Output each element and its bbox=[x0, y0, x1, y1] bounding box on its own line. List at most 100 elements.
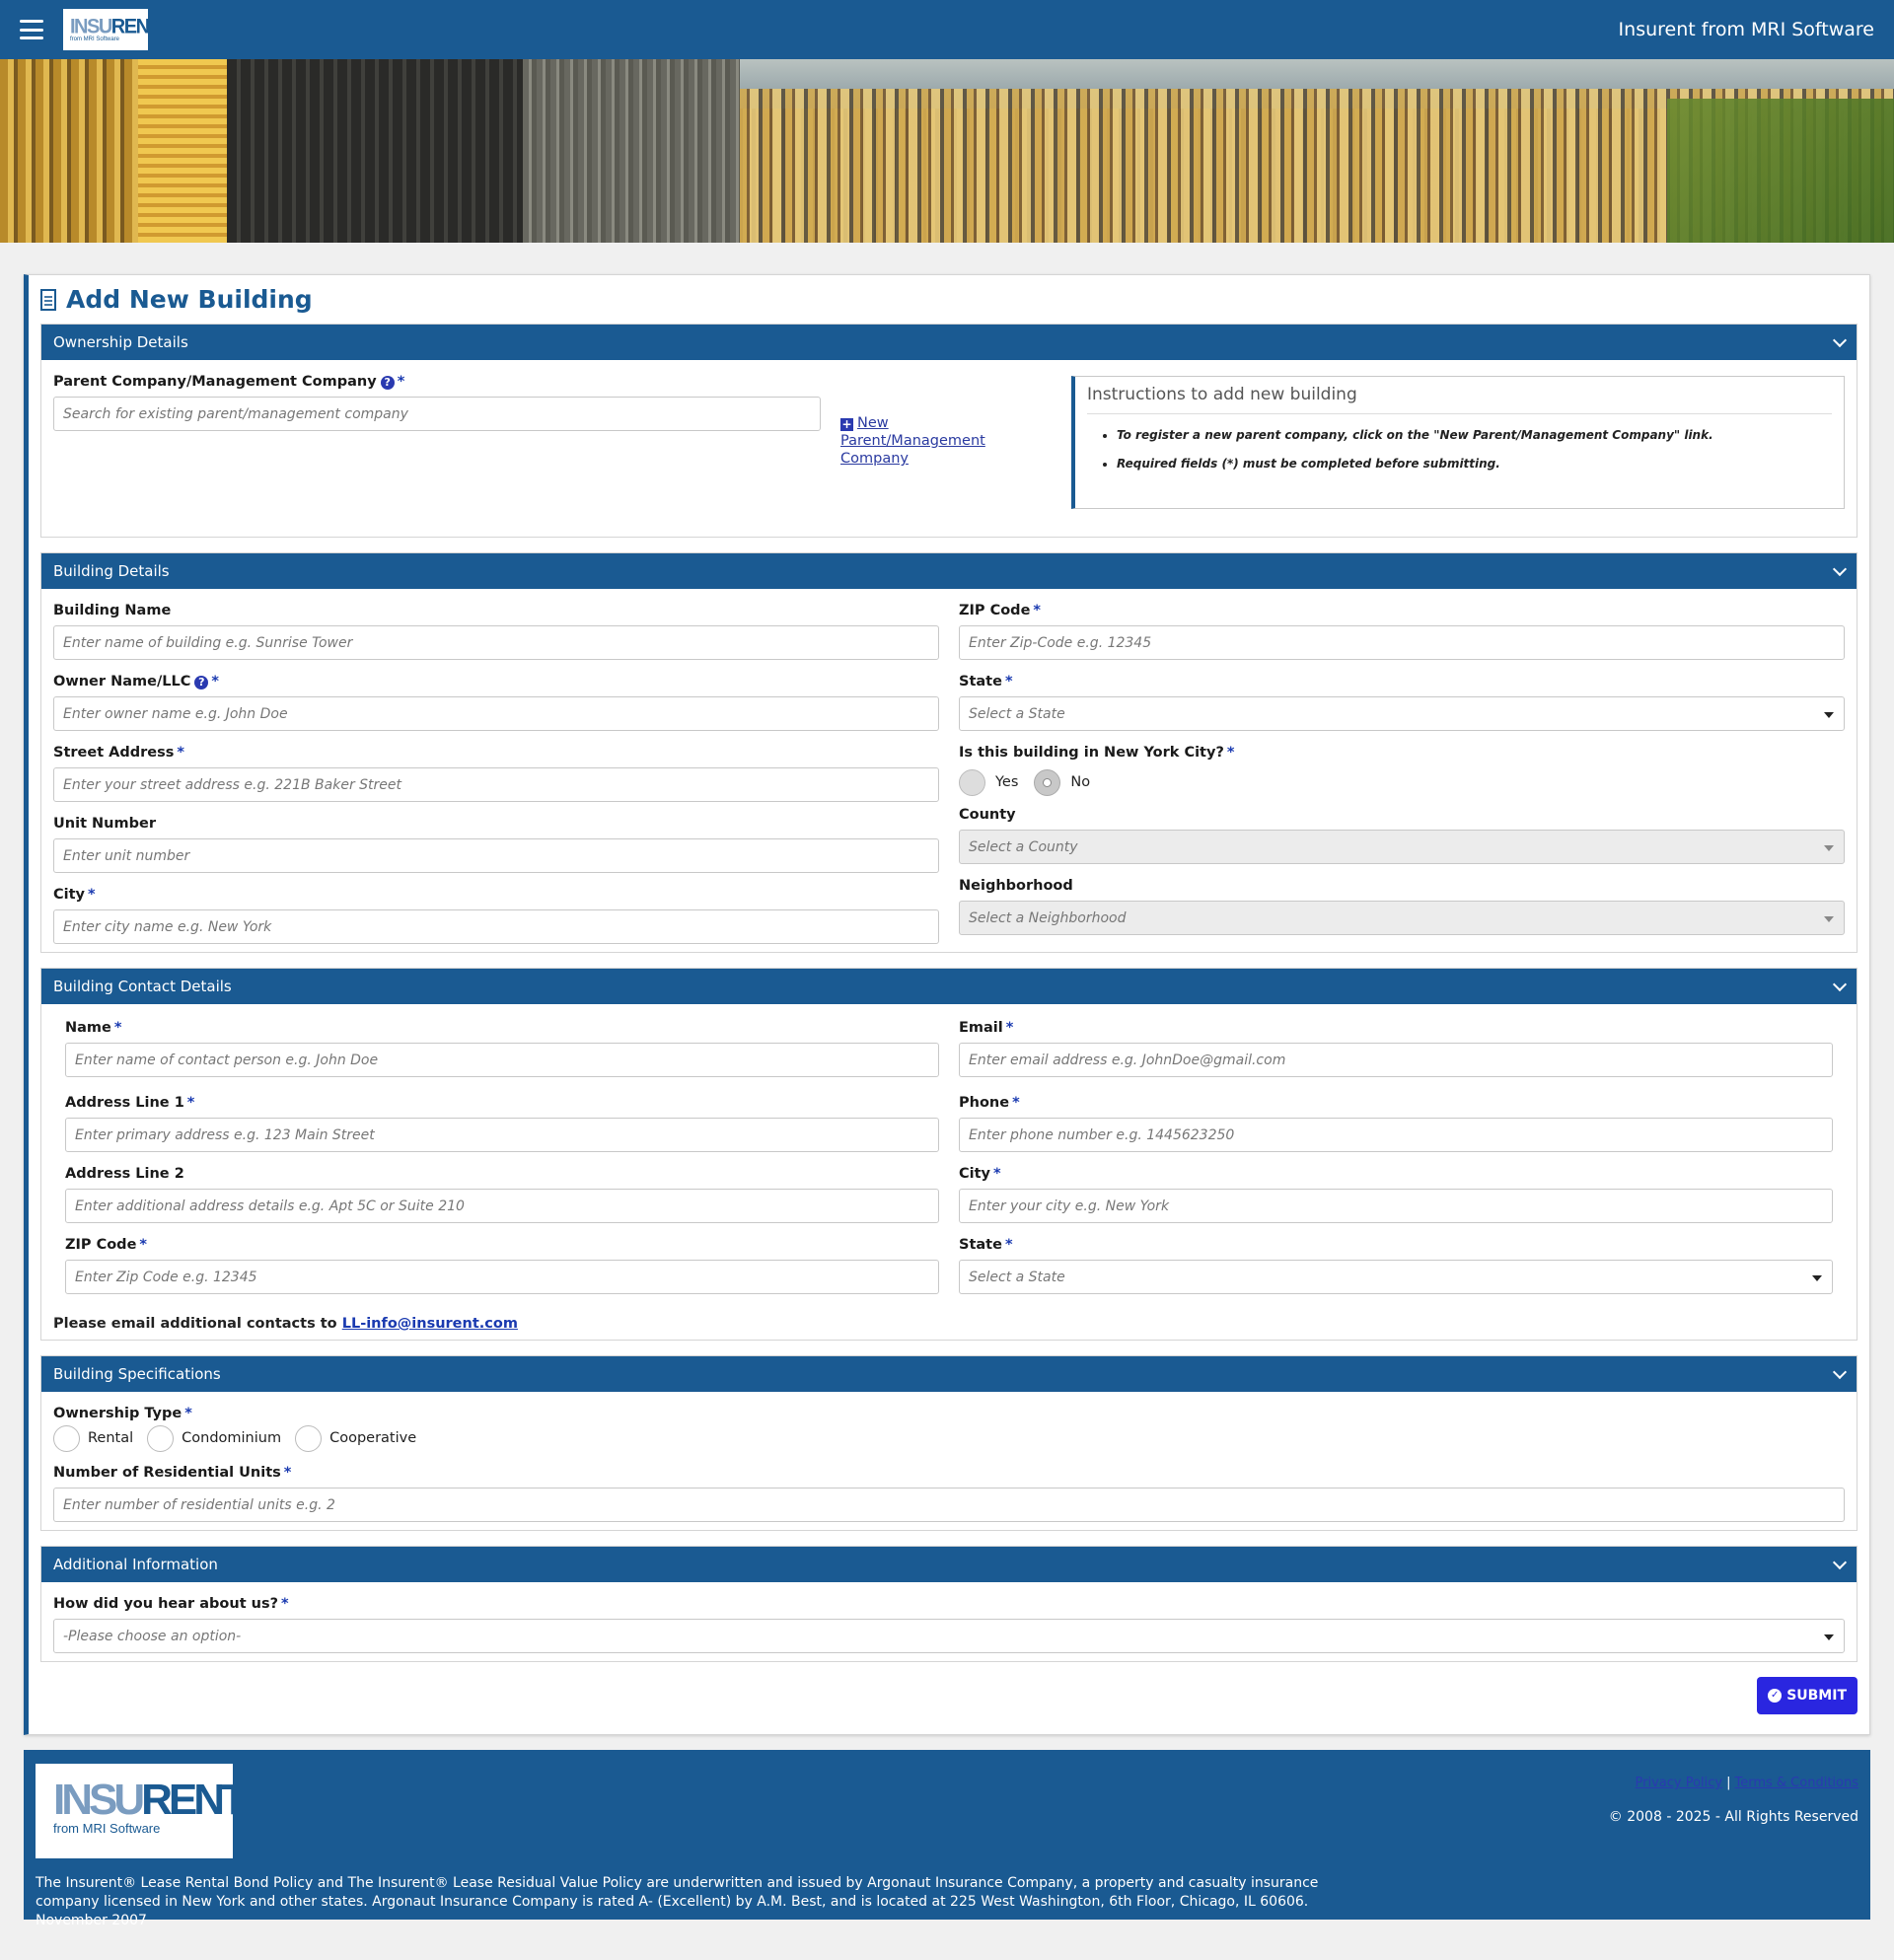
hear-about-select[interactable]: -Please choose an option- bbox=[53, 1619, 1845, 1653]
contact-city-label: City * bbox=[959, 1166, 1001, 1182]
residential-units-label: Number of Residential Units * bbox=[53, 1465, 292, 1481]
cooperative-label: Cooperative bbox=[329, 1430, 417, 1446]
top-navbar: INSURENT from MRI Software Insurent from… bbox=[0, 0, 1894, 59]
instructions-panel: Instructions to add new building To regi… bbox=[1071, 376, 1845, 509]
nyc-yes-label: Yes bbox=[995, 774, 1019, 790]
specs-section-header[interactable]: Building Specifications bbox=[41, 1356, 1857, 1392]
terms-link[interactable]: Terms & Conditions bbox=[1735, 1776, 1859, 1790]
chevron-down-icon[interactable] bbox=[1832, 561, 1848, 577]
instructions-title: Instructions to add new building bbox=[1087, 385, 1832, 414]
city-input[interactable]: Enter city name e.g. New York bbox=[53, 909, 939, 944]
hamburger-icon[interactable] bbox=[20, 20, 43, 39]
contact-zip-label: ZIP Code * bbox=[65, 1237, 147, 1253]
page-title: Add New Building bbox=[40, 285, 1858, 324]
contact-name-label: Name * bbox=[65, 1020, 122, 1036]
ownership-section-header[interactable]: Ownership Details bbox=[41, 325, 1857, 360]
neighborhood-label: Neighborhood bbox=[959, 878, 1073, 894]
check-circle-icon: ✓ bbox=[1768, 1689, 1783, 1703]
contact-email-label: Email * bbox=[959, 1020, 1014, 1036]
logo-text-1: INSU bbox=[70, 15, 112, 38]
contact-phone-label: Phone * bbox=[959, 1095, 1020, 1111]
owner-name-label: Owner Name/LLC? * bbox=[53, 674, 219, 690]
county-label: County bbox=[959, 807, 1016, 823]
nyc-no-radio[interactable] bbox=[1034, 768, 1061, 796]
neighborhood-select[interactable]: Select a Neighborhood bbox=[959, 901, 1845, 935]
owner-name-input[interactable]: Enter owner name e.g. John Doe bbox=[53, 696, 939, 731]
footer-logo[interactable]: INSURENT from MRI Software bbox=[36, 1764, 248, 1858]
address-line2-label: Address Line 2 bbox=[65, 1166, 184, 1182]
submit-button[interactable]: ✓ SUBMIT bbox=[1757, 1677, 1858, 1714]
contact-state-label: State * bbox=[959, 1237, 1013, 1253]
contact-email-input[interactable]: Enter email address e.g. JohnDoe@gmail.c… bbox=[959, 1043, 1833, 1077]
app-title: Insurent from MRI Software bbox=[1618, 19, 1874, 40]
city-label: City * bbox=[53, 887, 96, 903]
address-line1-input[interactable]: Enter primary address e.g. 123 Main Stre… bbox=[65, 1118, 939, 1152]
rental-radio[interactable] bbox=[53, 1424, 80, 1452]
chevron-down-icon[interactable] bbox=[1832, 1364, 1848, 1380]
county-select[interactable]: Select a County bbox=[959, 830, 1845, 864]
building-section-header[interactable]: Building Details bbox=[41, 553, 1857, 589]
additional-contacts-note: Please email additional contacts to LL-i… bbox=[53, 1316, 518, 1332]
residential-units-input[interactable]: Enter number of residential units e.g. 2 bbox=[53, 1488, 1845, 1522]
address-line1-label: Address Line 1 * bbox=[65, 1095, 195, 1111]
footer-links: Privacy Policy | Terms & Conditions bbox=[1636, 1776, 1859, 1790]
condominium-label: Condominium bbox=[182, 1430, 282, 1446]
contact-state-select[interactable]: Select a State bbox=[959, 1260, 1833, 1294]
contact-zip-input[interactable]: Enter Zip Code e.g. 12345 bbox=[65, 1260, 939, 1294]
nyc-no-label: No bbox=[1070, 774, 1091, 790]
building-name-label: Building Name bbox=[53, 603, 172, 618]
ownership-type-label: Ownership Type * bbox=[53, 1406, 192, 1421]
street-address-label: Street Address * bbox=[53, 745, 184, 761]
header-logo[interactable]: INSURENT from MRI Software bbox=[63, 9, 161, 50]
ownership-type-radio-group: Rental Condominium Cooperative bbox=[53, 1423, 1845, 1453]
building-specs-section: Building Specifications Ownership Type * … bbox=[40, 1355, 1858, 1531]
contact-city-input[interactable]: Enter your city e.g. New York bbox=[959, 1189, 1833, 1223]
new-parent-company-link[interactable]: + New Parent/Management Company bbox=[840, 415, 985, 467]
nyc-yes-radio[interactable] bbox=[959, 768, 985, 796]
page-title-text: Add New Building bbox=[66, 285, 313, 314]
add-building-card: Add New Building Ownership Details Paren… bbox=[24, 274, 1870, 1735]
street-address-input[interactable]: Enter your street address e.g. 221B Bake… bbox=[53, 767, 939, 802]
logo-text-2: RENT bbox=[110, 15, 161, 38]
footer-separator: | bbox=[1726, 1776, 1731, 1790]
section-title: Building Specifications bbox=[53, 1365, 221, 1383]
additional-section-header[interactable]: Additional Information bbox=[41, 1547, 1857, 1582]
plus-square-icon: + bbox=[840, 417, 853, 431]
footer-logo-text-1: INSU bbox=[53, 1776, 145, 1824]
building-details-section: Building Details Building Name Enter nam… bbox=[40, 552, 1858, 953]
hero-banner-image bbox=[0, 59, 1894, 243]
section-title: Building Contact Details bbox=[53, 978, 232, 995]
hear-about-label: How did you hear about us? * bbox=[53, 1596, 289, 1612]
footer: INSURENT from MRI Software Privacy Polic… bbox=[24, 1750, 1870, 1928]
contact-name-input[interactable]: Enter name of contact person e.g. John D… bbox=[65, 1043, 939, 1077]
cooperative-radio[interactable] bbox=[295, 1424, 323, 1452]
state-select[interactable]: Select a State bbox=[959, 696, 1845, 731]
chevron-down-icon[interactable] bbox=[1832, 332, 1848, 348]
help-icon[interactable]: ? bbox=[194, 676, 209, 690]
privacy-policy-link[interactable]: Privacy Policy bbox=[1636, 1776, 1723, 1790]
zip-label: ZIP Code * bbox=[959, 603, 1041, 618]
nyc-radio-group: Yes No bbox=[959, 767, 1845, 797]
footer-disclaimer: The Insurent® Lease Rental Bond Policy a… bbox=[36, 1875, 1319, 1928]
contact-section-header[interactable]: Building Contact Details bbox=[41, 969, 1857, 1004]
building-name-input[interactable]: Enter name of building e.g. Sunrise Towe… bbox=[53, 625, 939, 660]
nyc-question-label: Is this building in New York City? * bbox=[959, 745, 1235, 761]
instruction-item: To register a new parent company, click … bbox=[1117, 428, 1832, 442]
building-icon bbox=[40, 288, 56, 311]
contact-details-section: Building Contact Details Name * Enter nam… bbox=[40, 968, 1858, 1341]
rental-label: Rental bbox=[88, 1430, 134, 1446]
chevron-down-icon[interactable] bbox=[1832, 1555, 1848, 1570]
additional-info-section: Additional Information How did you hear … bbox=[40, 1546, 1858, 1662]
address-line2-input[interactable]: Enter additional address details e.g. Ap… bbox=[65, 1189, 939, 1223]
chevron-down-icon[interactable] bbox=[1832, 977, 1848, 992]
unit-number-input[interactable]: Enter unit number bbox=[53, 838, 939, 873]
submit-label: SUBMIT bbox=[1786, 1688, 1847, 1704]
help-icon[interactable]: ? bbox=[380, 376, 395, 390]
zip-input[interactable]: Enter Zip-Code e.g. 12345 bbox=[959, 625, 1845, 660]
parent-company-search-input[interactable]: Search for existing parent/management co… bbox=[53, 397, 821, 431]
state-label: State * bbox=[959, 674, 1013, 690]
condominium-radio[interactable] bbox=[147, 1424, 175, 1452]
footer-logo-text-2: RENT bbox=[141, 1776, 248, 1824]
contact-phone-input[interactable]: Enter phone number e.g. 1445623250 bbox=[959, 1118, 1833, 1152]
contact-email-link[interactable]: LL-info@insurent.com bbox=[342, 1316, 518, 1332]
